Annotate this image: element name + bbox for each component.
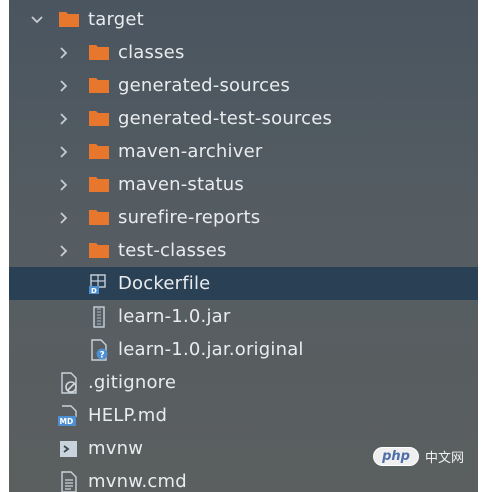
chevron-right-icon[interactable]	[58, 79, 70, 92]
chevron-down-icon[interactable]	[31, 14, 43, 26]
tree-item-label: Dockerfile	[118, 273, 211, 294]
folder-icon	[88, 240, 110, 262]
chevron-right-icon[interactable]	[58, 178, 70, 191]
tree-item-label: generated-test-sources	[118, 108, 333, 129]
text-file-icon	[58, 470, 80, 492]
unknown-file-icon: ?	[88, 338, 110, 361]
tree-item-maven-archiver[interactable]: maven-archiver	[9, 135, 478, 168]
chevron-right-icon[interactable]	[58, 211, 70, 224]
tree-item-generated-test-sources[interactable]: generated-test-sources	[9, 102, 478, 135]
tree-item-label: surefire-reports	[118, 207, 261, 228]
tree-item-label: mvnw	[88, 438, 144, 459]
watermark: php 中文网	[373, 447, 464, 466]
gitignore-icon	[58, 371, 80, 394]
svg-text:?: ?	[100, 350, 105, 360]
tree-item-surefire-reports[interactable]: surefire-reports	[9, 201, 478, 234]
tree-item-generated-sources[interactable]: generated-sources	[9, 69, 478, 102]
shell-script-icon	[58, 438, 80, 460]
folder-icon	[88, 141, 110, 163]
folder-icon	[88, 207, 110, 229]
tree-item-help-md[interactable]: MD HELP.md	[9, 399, 478, 432]
chevron-right-icon[interactable]	[58, 112, 70, 125]
tree-item-label: mvnw.cmd	[88, 471, 187, 492]
tree-item-label: test-classes	[118, 240, 227, 261]
tree-item-mvnw-cmd[interactable]: mvnw.cmd	[9, 465, 478, 492]
watermark-text: 中文网	[424, 451, 464, 466]
folder-icon	[58, 9, 80, 31]
tree-item-label: maven-archiver	[118, 141, 263, 162]
dockerfile-icon: D	[88, 273, 110, 295]
chevron-right-icon[interactable]	[58, 46, 70, 59]
tree-item-maven-status[interactable]: maven-status	[9, 168, 478, 201]
svg-text:MD: MD	[60, 417, 74, 426]
tree-item-label: .gitignore	[88, 372, 177, 393]
folder-icon	[88, 108, 110, 130]
tree-item-jar[interactable]: learn-1.0.jar	[9, 300, 478, 333]
tree-item-label: learn-1.0.jar.original	[118, 339, 304, 360]
tree-item-label: generated-sources	[118, 75, 291, 96]
tree-item-classes[interactable]: classes	[9, 36, 478, 69]
tree-item-label: classes	[118, 42, 185, 63]
tree-item-label: target	[88, 9, 144, 30]
folder-icon	[88, 174, 110, 196]
project-tree-panel: target classes generated-sources generat…	[9, 0, 478, 492]
chevron-right-icon[interactable]	[58, 244, 70, 257]
watermark-logo: php	[373, 447, 419, 466]
folder-icon	[88, 75, 110, 97]
tree-item-gitignore[interactable]: .gitignore	[9, 366, 478, 399]
tree-item-label: maven-status	[118, 174, 244, 195]
tree-item-test-classes[interactable]: test-classes	[9, 234, 478, 267]
chevron-right-icon[interactable]	[58, 145, 70, 158]
jar-icon	[88, 305, 110, 328]
tree-item-dockerfile[interactable]: D Dockerfile	[9, 267, 478, 300]
tree-item-label: learn-1.0.jar	[118, 306, 231, 327]
tree-item-label: HELP.md	[88, 405, 168, 426]
folder-icon	[88, 42, 110, 64]
tree-item-jar-original[interactable]: ? learn-1.0.jar.original	[9, 333, 478, 366]
svg-text:D: D	[91, 287, 97, 295]
tree-item-target[interactable]: target	[9, 3, 478, 36]
markdown-icon: MD	[58, 404, 80, 427]
